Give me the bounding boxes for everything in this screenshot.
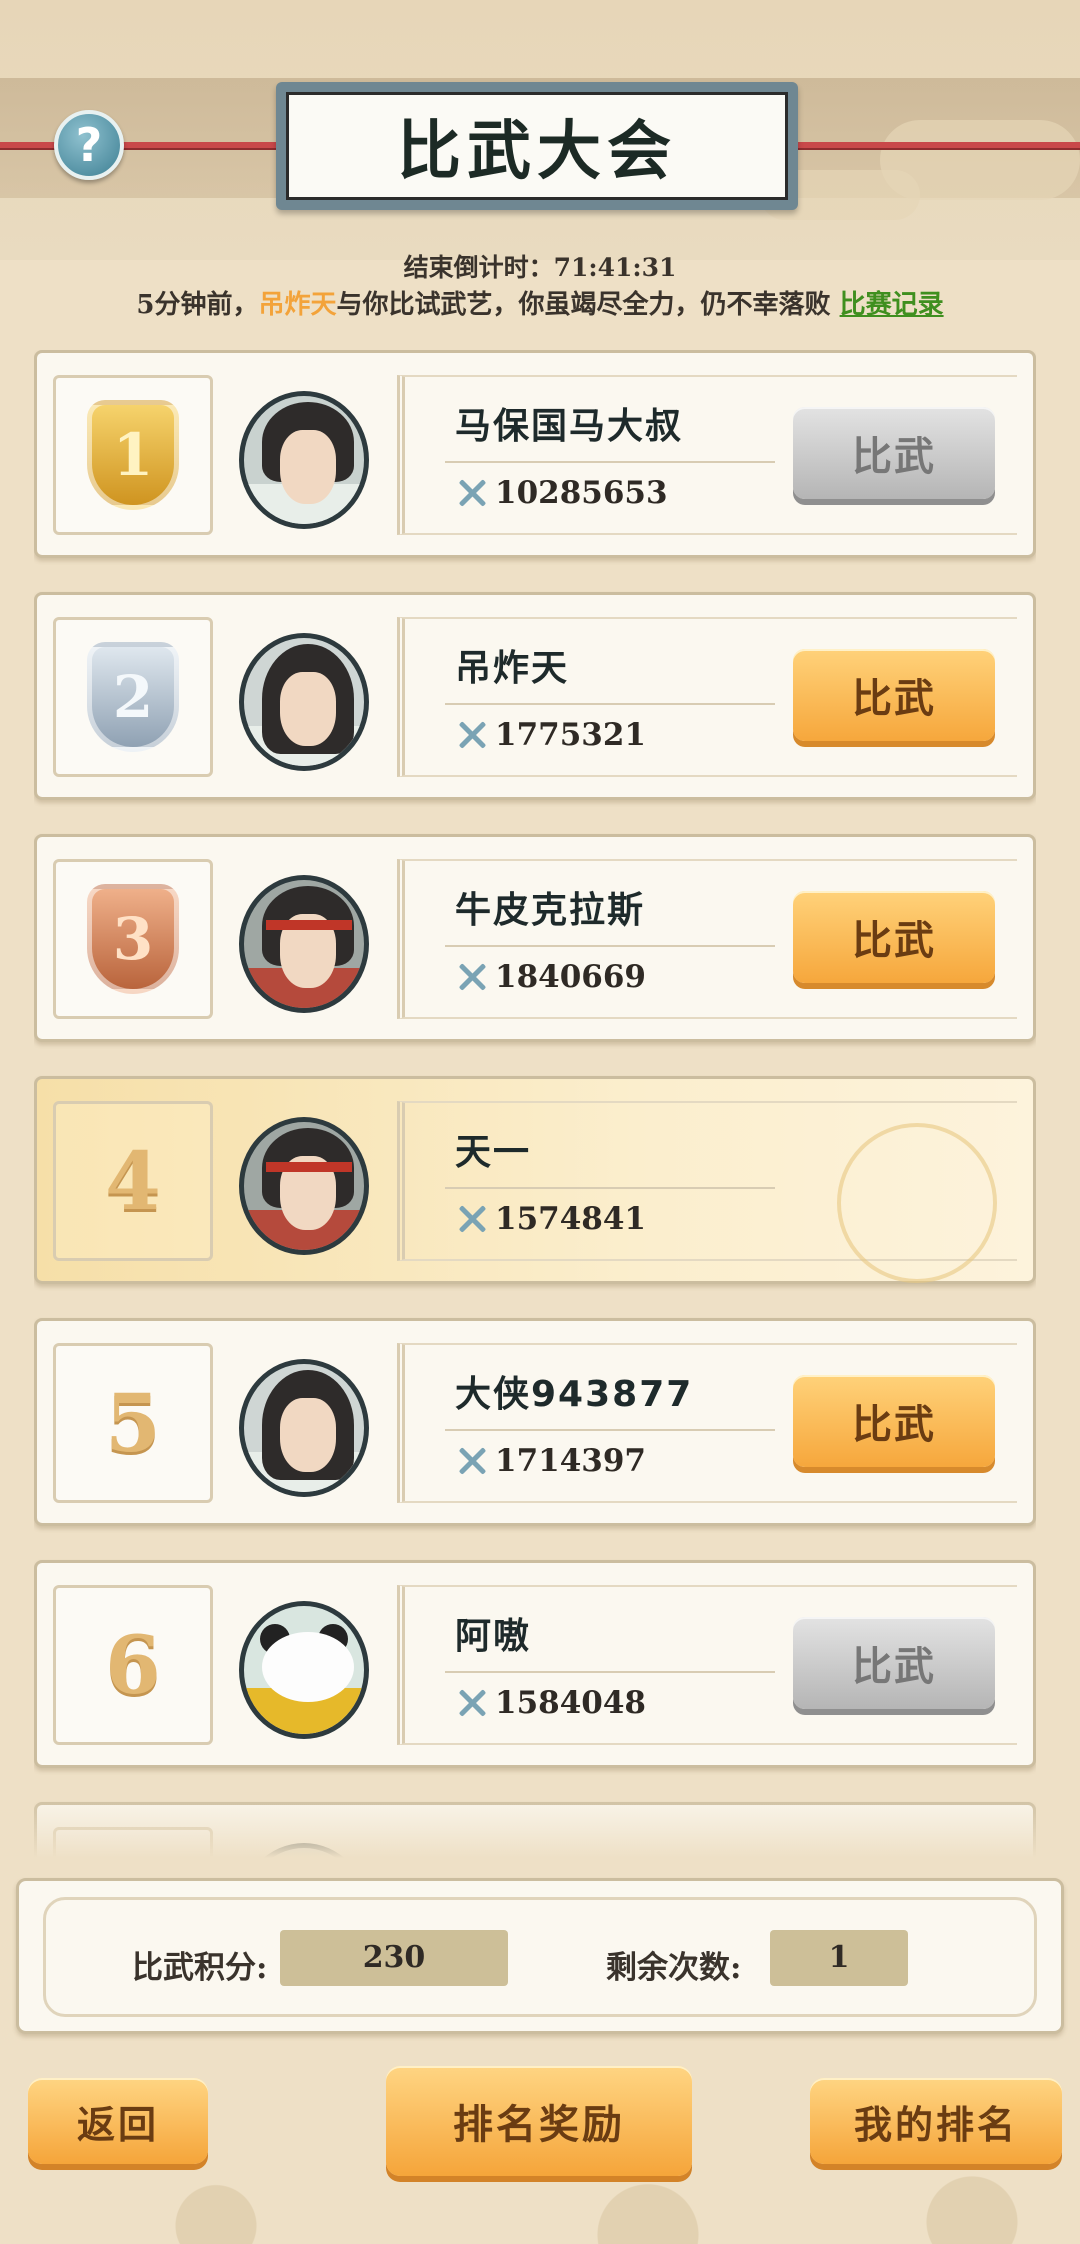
rank-box: 6 [53, 1585, 213, 1745]
battle-news: 5分钟前，吊炸天与你比试武艺，你虽竭尽全力，仍不幸落败 比赛记录 [0, 284, 1080, 321]
ranking-row-6: 6 阿嗷 1584048 比武 [34, 1560, 1036, 1768]
stats-inner: 比武积分: 230 剩余次数: 1 [43, 1897, 1037, 2017]
avatar[interactable] [239, 391, 369, 529]
rope-left [0, 142, 290, 148]
challenge-button[interactable]: 比武 [793, 1375, 995, 1467]
divider [445, 1671, 775, 1673]
challenge-button[interactable]: 比武 [793, 649, 995, 741]
avatar[interactable] [239, 1117, 369, 1255]
score-value: 230 [280, 1930, 508, 1986]
crossed-swords-icon [455, 1444, 489, 1478]
power-value: 1775321 [495, 717, 646, 753]
player-name: 马保国马大叔 [455, 406, 684, 447]
player-name: 牛皮克拉斯 [455, 890, 646, 931]
countdown-label: 结束倒计时： [403, 253, 554, 282]
challenge-button[interactable]: 比武 [793, 1617, 995, 1709]
rank-rewards-button[interactable]: 排名奖励 [386, 2066, 692, 2176]
player-name: 大侠943877 [455, 1374, 694, 1415]
rank-number: 5 [105, 1376, 161, 1470]
combat-power: 1714397 [455, 1443, 646, 1479]
ranking-list[interactable]: 1 马保国马大叔 10285653 比武 2 吊炸天 1775321 比武 3 … [34, 350, 1036, 1858]
ranking-row-2: 2 吊炸天 1775321 比武 [34, 592, 1036, 800]
news-opponent[interactable]: 吊炸天 [258, 290, 336, 320]
challenge-button[interactable]: 比武 [793, 891, 995, 983]
countdown-value: 71:41:31 [553, 253, 677, 282]
my-rank-button[interactable]: 我的排名 [810, 2078, 1062, 2164]
power-value: 10285653 [495, 475, 668, 511]
combat-power: 1574841 [455, 1201, 646, 1237]
power-value: 1574841 [495, 1201, 646, 1237]
silver-medal-icon: 2 [87, 642, 179, 752]
gold-medal-icon: 1 [87, 400, 179, 510]
panda-avatar[interactable] [239, 1601, 369, 1739]
rank-box: 1 [53, 375, 213, 535]
player-name: 阿嗷 [455, 1616, 532, 1657]
rank-number: 6 [105, 1618, 161, 1712]
remaining-value: 1 [770, 1930, 908, 1986]
ranking-row-3: 3 牛皮克拉斯 1840669 比武 [34, 834, 1036, 1042]
news-prefix: 5分钟前， [136, 290, 259, 320]
player-name: 天一 [455, 1132, 532, 1173]
divider [445, 703, 775, 705]
page-title: 比武大会 [286, 92, 788, 200]
player-name: 吊炸天 [455, 648, 570, 689]
ranking-row-5: 5 大侠943877 1714397 比武 [34, 1318, 1036, 1526]
divider [445, 461, 775, 463]
countdown: 结束倒计时：71:41:31 [0, 248, 1080, 284]
title-board: 比武大会 [276, 82, 798, 210]
crossed-swords-icon [455, 1686, 489, 1720]
rank-number: 4 [105, 1134, 161, 1228]
back-button[interactable]: 返回 [28, 2078, 208, 2164]
rank-box: 2 [53, 617, 213, 777]
challenge-button[interactable]: 比武 [793, 407, 995, 499]
list-fade [34, 1790, 1036, 1858]
help-icon[interactable]: ? [54, 110, 124, 180]
divider [445, 945, 775, 947]
news-message: 与你比试武艺，你虽竭尽全力，仍不幸落败 [336, 290, 831, 320]
cloud-decoration-icon [837, 1123, 997, 1283]
rank-box: 5 [53, 1343, 213, 1503]
crossed-swords-icon [455, 1202, 489, 1236]
rank-box: 4 [53, 1101, 213, 1261]
score-label: 比武积分: [132, 1950, 268, 1986]
match-record-link[interactable]: 比赛记录 [840, 290, 944, 320]
avatar[interactable] [239, 633, 369, 771]
avatar[interactable] [239, 875, 369, 1013]
power-value: 1840669 [495, 959, 646, 995]
power-value: 1584048 [495, 1685, 646, 1721]
bronze-medal-icon: 3 [87, 884, 179, 994]
ranking-row-1: 1 马保国马大叔 10285653 比武 [34, 350, 1036, 558]
combat-power: 1775321 [455, 717, 646, 753]
divider [445, 1429, 775, 1431]
ranking-row-self: 4 天一 1574841 [34, 1076, 1036, 1284]
rank-box: 3 [53, 859, 213, 1019]
avatar[interactable] [239, 1359, 369, 1497]
crossed-swords-icon [455, 718, 489, 752]
power-value: 1714397 [495, 1443, 646, 1479]
player-info: 天一 1574841 [397, 1101, 1017, 1283]
rope-right [780, 142, 1080, 148]
crossed-swords-icon [455, 960, 489, 994]
remaining-label: 剩余次数: [606, 1950, 742, 1986]
combat-power: 1584048 [455, 1685, 646, 1721]
divider [445, 1187, 775, 1189]
stats-panel: 比武积分: 230 剩余次数: 1 [16, 1878, 1064, 2034]
combat-power: 10285653 [455, 475, 668, 511]
combat-power: 1840669 [455, 959, 646, 995]
crossed-swords-icon [455, 476, 489, 510]
